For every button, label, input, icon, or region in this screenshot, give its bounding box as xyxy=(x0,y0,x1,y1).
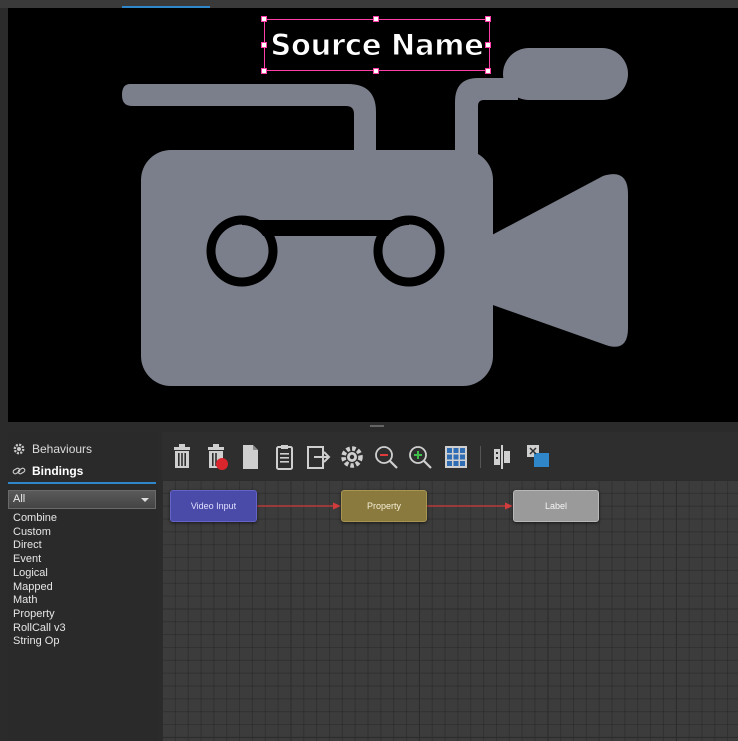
binding-filter-select[interactable]: All xyxy=(8,490,156,509)
splitter-grip[interactable] xyxy=(370,425,384,427)
fit-view-icon xyxy=(445,446,467,468)
node-label-output[interactable]: Label xyxy=(513,490,599,522)
fit-view-button[interactable] xyxy=(442,442,470,472)
list-item[interactable]: Logical xyxy=(13,567,66,581)
binding-graph-editor: Video Input Property Label xyxy=(162,432,738,741)
list-item[interactable]: Math xyxy=(13,594,66,608)
tab-bindings-label: Bindings xyxy=(32,464,84,478)
list-item[interactable]: Mapped xyxy=(13,581,66,595)
resize-handle-e[interactable] xyxy=(485,42,491,48)
resize-handle-w[interactable] xyxy=(261,42,267,48)
list-item[interactable]: String Op xyxy=(13,635,66,649)
toolbar-separator xyxy=(480,446,481,468)
list-item[interactable]: Property xyxy=(13,608,66,622)
resize-handle-sw[interactable] xyxy=(261,68,267,74)
node-label: Label xyxy=(544,501,568,511)
zoom-in-icon xyxy=(409,446,432,469)
resize-handle-n[interactable] xyxy=(373,16,379,22)
list-item[interactable]: Combine xyxy=(13,512,66,526)
list-item[interactable]: RollCall v3 xyxy=(13,622,66,636)
tab-behaviours[interactable]: Behaviours xyxy=(12,442,92,456)
settings-button[interactable] xyxy=(338,442,366,472)
resize-handle-se[interactable] xyxy=(485,68,491,74)
list-item[interactable]: Custom xyxy=(13,526,66,540)
delete-button[interactable] xyxy=(168,442,196,472)
source-name-text[interactable]: Source Name xyxy=(270,28,484,63)
zoom-out-icon xyxy=(375,446,398,469)
preview-canvas[interactable]: Source Name xyxy=(8,8,738,422)
chevron-down-icon xyxy=(141,498,149,502)
copy-icon xyxy=(243,445,258,469)
zoom-out-button[interactable] xyxy=(372,442,400,472)
graph-toolbar xyxy=(162,432,738,480)
filter-selected-value: All xyxy=(13,493,26,505)
link-icon xyxy=(12,467,26,475)
binding-type-list: Combine Custom Direct Event Logical Mapp… xyxy=(13,512,66,649)
top-border xyxy=(0,0,738,8)
node-label: Video Input xyxy=(190,501,237,511)
align-button[interactable] xyxy=(488,442,516,472)
tab-behaviours-label: Behaviours xyxy=(32,442,93,456)
bindings-panel: Behaviours Bindings All Combine Custom D… xyxy=(8,432,158,741)
paste-icon xyxy=(276,445,293,470)
panel-splitter[interactable] xyxy=(8,422,738,432)
zoom-in-button[interactable] xyxy=(406,442,434,472)
copy-button[interactable] xyxy=(236,442,264,472)
node-label: Property xyxy=(366,501,401,511)
paste-button[interactable] xyxy=(270,442,298,472)
node-property[interactable]: Property xyxy=(341,490,427,522)
arrange-icon xyxy=(527,445,549,467)
tab-bindings[interactable]: Bindings xyxy=(12,464,83,478)
list-item[interactable]: Event xyxy=(13,553,66,567)
export-button[interactable] xyxy=(304,442,332,472)
title-selection-box[interactable]: Source Name xyxy=(264,19,490,71)
node-video-input[interactable]: Video Input xyxy=(170,490,257,522)
export-icon xyxy=(307,446,331,469)
arrange-button[interactable] xyxy=(524,442,552,472)
align-icon xyxy=(494,445,510,469)
trash-delete-icon xyxy=(208,444,228,470)
resize-handle-nw[interactable] xyxy=(261,16,267,22)
gear-icon xyxy=(13,443,25,455)
list-item[interactable]: Direct xyxy=(13,539,66,553)
active-tab-indicator xyxy=(8,482,156,484)
resize-handle-ne[interactable] xyxy=(485,16,491,22)
delete-all-button[interactable] xyxy=(202,442,230,472)
trash-icon xyxy=(174,444,190,468)
resize-handle-s[interactable] xyxy=(373,68,379,74)
settings-icon xyxy=(341,446,363,468)
